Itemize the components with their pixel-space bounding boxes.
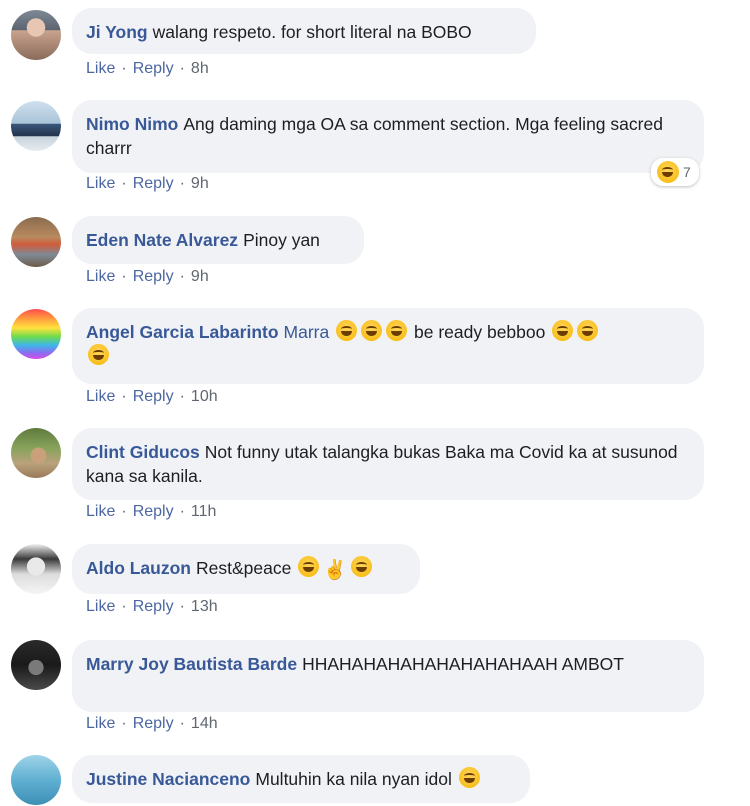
comment-time[interactable]: 9h	[191, 268, 209, 285]
separator: ·	[179, 715, 185, 732]
comment-actions: Like · Reply · 14h	[86, 715, 218, 733]
like-button[interactable]: Like	[86, 175, 115, 192]
comment-bubble: Clint Giducos Not funny utak talangka buk…	[72, 428, 704, 500]
comment-bubble: Justine Nacianceno Multuhin ka nila nyan …	[72, 755, 530, 803]
comment-time[interactable]: 14h	[191, 715, 218, 732]
comment-text: be ready bebboo	[414, 322, 546, 342]
rolling-laughing-emoji-icon	[361, 320, 383, 341]
avatar[interactable]	[11, 428, 61, 478]
separator: ·	[179, 175, 185, 192]
like-button[interactable]: Like	[86, 268, 115, 285]
avatar[interactable]	[11, 217, 61, 267]
comment-time[interactable]: 10h	[191, 388, 218, 405]
comment-author[interactable]: Justine Nacianceno	[86, 769, 250, 789]
haha-reaction-icon	[657, 161, 679, 183]
mention-link[interactable]: Marra	[284, 322, 330, 342]
reply-button[interactable]: Reply	[133, 175, 174, 192]
separator: ·	[179, 60, 185, 77]
like-button[interactable]: Like	[86, 388, 115, 405]
comment-bubble: Angel Garcia Labarinto Marra be ready beb…	[72, 308, 704, 384]
comment-time[interactable]: 11h	[191, 503, 217, 520]
sleepy-emoji-icon	[298, 556, 320, 577]
comment-text: walang respeto. for short literal na BOB…	[152, 22, 472, 42]
reply-button[interactable]: Reply	[133, 268, 174, 285]
avatar[interactable]	[11, 544, 61, 594]
rolling-laughing-emoji-icon	[336, 320, 358, 341]
rolling-laughing-emoji-icon	[386, 320, 408, 341]
comment-actions: Like · Reply · 10h	[86, 388, 218, 406]
comment-bubble: Eden Nate Alvarez Pinoy yan	[72, 216, 364, 264]
like-button[interactable]: Like	[86, 503, 115, 520]
reaction-count: 7	[683, 164, 691, 180]
separator: ·	[121, 503, 127, 520]
separator: ·	[179, 598, 185, 615]
reply-button[interactable]: Reply	[133, 715, 174, 732]
comment-time[interactable]: 13h	[191, 598, 218, 615]
comment-bubble: Aldo Lauzon Rest&peace ✌	[72, 544, 420, 594]
comment-bubble: Nimo Nimo Ang daming mga OA sa comment se…	[72, 100, 704, 173]
comment-time[interactable]: 9h	[191, 175, 209, 192]
reply-button[interactable]: Reply	[133, 60, 174, 77]
comment-bubble: Marry Joy Bautista Barde HHAHAHAHAHAHAHAH…	[72, 640, 704, 712]
avatar[interactable]	[11, 755, 61, 805]
comment-text: Pinoy yan	[243, 230, 320, 250]
comment-actions: Like · Reply · 8h	[86, 60, 209, 78]
avatar[interactable]	[11, 309, 61, 359]
laughing-emoji-icon	[552, 320, 574, 341]
comment-author[interactable]: Aldo Lauzon	[86, 558, 191, 578]
separator: ·	[121, 388, 127, 405]
separator: ·	[121, 715, 127, 732]
separator: ·	[179, 388, 185, 405]
avatar[interactable]	[11, 101, 61, 151]
like-button[interactable]: Like	[86, 598, 115, 615]
reaction-count-badge[interactable]: 7	[651, 158, 699, 186]
avatar[interactable]	[11, 10, 61, 60]
comment-author[interactable]: Angel Garcia Labarinto	[86, 322, 279, 342]
reply-button[interactable]: Reply	[133, 388, 174, 405]
separator: ·	[121, 598, 127, 615]
like-button[interactable]: Like	[86, 715, 115, 732]
comment-author[interactable]: Eden Nate Alvarez	[86, 230, 238, 250]
comment-actions: Like · Reply · 9h	[86, 175, 209, 193]
separator: ·	[179, 268, 185, 285]
laughing-emoji-icon	[88, 344, 109, 365]
comment-text: Multuhin ka nila nyan idol	[255, 769, 452, 789]
comment-author[interactable]: Clint Giducos	[86, 442, 200, 462]
comment-bubble: Ji Yong walang respeto. for short literal…	[72, 8, 536, 54]
comment-time[interactable]: 8h	[191, 60, 209, 77]
victory-hand-icon: ✌	[323, 560, 347, 581]
comment-author[interactable]: Nimo Nimo	[86, 114, 178, 134]
separator: ·	[179, 503, 185, 520]
comment-text: HHAHAHAHAHAHAHAHAHAAH AMBOT	[302, 654, 624, 674]
separator: ·	[121, 175, 127, 192]
laughing-emoji-icon	[577, 320, 599, 341]
grinning-emoji-icon	[350, 556, 372, 577]
reply-button[interactable]: Reply	[133, 598, 174, 615]
comment-text: Rest&peace	[195, 558, 292, 578]
comment-actions: Like · Reply · 9h	[86, 268, 209, 286]
avatar[interactable]	[11, 640, 61, 690]
reply-button[interactable]: Reply	[133, 503, 174, 520]
like-button[interactable]: Like	[86, 60, 115, 77]
separator: ·	[121, 60, 127, 77]
laughing-emoji-icon	[458, 767, 480, 788]
separator: ·	[121, 268, 127, 285]
comment-actions: Like · Reply · 13h	[86, 598, 218, 616]
comment-author[interactable]: Ji Yong	[86, 22, 148, 42]
comment-author[interactable]: Marry Joy Bautista Barde	[86, 654, 297, 674]
comment-actions: Like · Reply · 11h	[86, 503, 216, 521]
